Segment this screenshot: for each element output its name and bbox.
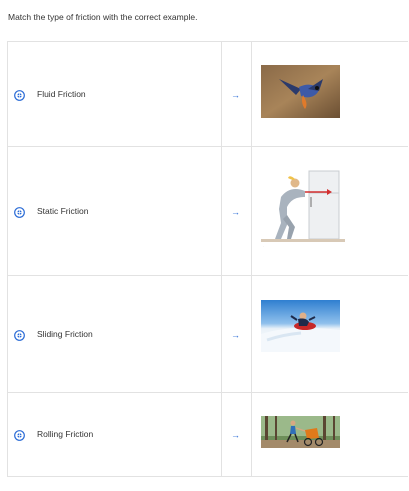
example-cell — [251, 275, 409, 392]
drag-handle-icon[interactable] — [14, 88, 25, 101]
instruction-text: Match the type of friction with the corr… — [8, 12, 198, 22]
match-row-static: Static Friction → . — [7, 146, 408, 276]
example-cell — [251, 42, 409, 146]
term-label-rolling-friction: Rolling Friction — [37, 429, 94, 439]
term-cell: Rolling Friction — [7, 392, 222, 476]
drag-handle-icon[interactable] — [14, 328, 25, 341]
arrow-right-icon: → — [231, 430, 240, 440]
term-cell: Sliding Friction — [7, 275, 222, 392]
match-row-rolling: Rolling Friction → — [7, 392, 408, 477]
matching-table: Fluid Friction → Static Friction → . Sli… — [7, 41, 408, 477]
arrow-cell: → — [221, 275, 252, 392]
term-label-static-friction: Static Friction — [37, 206, 89, 216]
match-row-fluid: Fluid Friction → — [7, 42, 408, 147]
bird-flying-image[interactable] — [261, 65, 340, 118]
arrow-right-icon: → — [231, 90, 240, 100]
drag-handle-icon[interactable] — [14, 428, 25, 441]
arrow-cell: → — [221, 392, 252, 476]
person-jogging-stroller-image[interactable] — [261, 416, 340, 448]
arrow-right-icon: → — [231, 207, 240, 217]
example-cell — [251, 392, 409, 476]
arrow-cell: → — [221, 42, 252, 146]
example-cell: . — [251, 146, 409, 275]
term-cell: Fluid Friction — [7, 42, 222, 146]
arrow-right-icon: → — [231, 330, 240, 340]
arrow-cell: → — [221, 146, 252, 275]
drag-handle-icon[interactable] — [14, 205, 25, 218]
person-pushing-refrigerator-image[interactable]: . — [261, 167, 345, 251]
term-label-sliding-friction: Sliding Friction — [37, 329, 93, 339]
match-row-sliding: Sliding Friction → — [7, 275, 408, 393]
term-cell: Static Friction — [7, 146, 222, 275]
person-sledding-snow-image[interactable] — [261, 300, 340, 352]
term-label-fluid-friction: Fluid Friction — [37, 89, 86, 99]
